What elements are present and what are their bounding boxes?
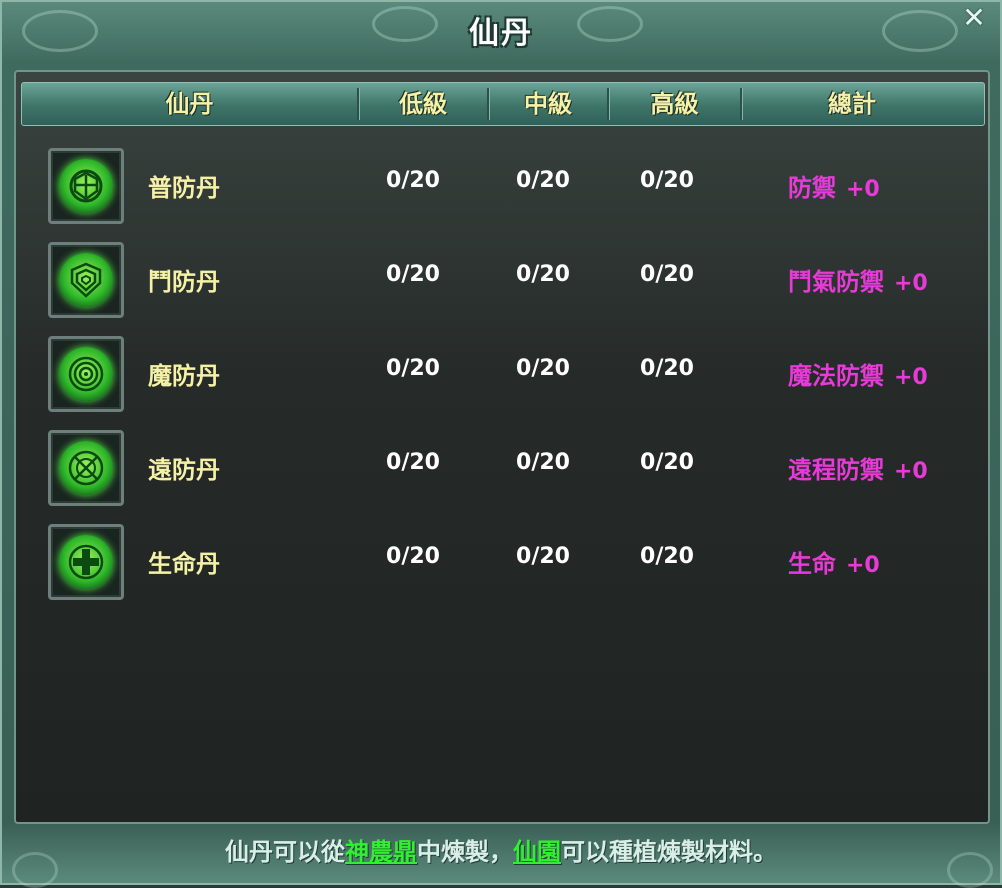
mid-count: 0/20 (516, 544, 570, 569)
header-high: 高級 (650, 90, 699, 118)
header-pill: 仙丹 (165, 90, 214, 118)
shield-rune-icon (59, 159, 113, 213)
header-mid: 中級 (524, 90, 572, 118)
total-bonus: +0 (846, 553, 880, 578)
footer-hint: 仙丹可以從神農鼎中煉製，仙園可以種植煉製材料。 (2, 832, 1000, 867)
pill-panel: 仙丹 低級 中級 高級 總計 普防丹 0/20 0/20 0/20 防禦 +0 … (14, 70, 990, 824)
high-count: 0/20 (640, 262, 694, 287)
footer-text: 仙丹可以從 (225, 838, 345, 866)
window-title: 仙丹 (469, 16, 533, 51)
shennong-cauldron-link[interactable]: 神農鼎 (345, 838, 417, 866)
pill-slot[interactable] (48, 148, 124, 224)
total-label: 魔法防禦 (788, 362, 884, 390)
pill-name: 生命丹 (148, 550, 220, 578)
pill-row: 魔防丹 0/20 0/20 0/20 魔法防禦 +0 (16, 332, 988, 422)
immortal-garden-link[interactable]: 仙園 (513, 838, 561, 866)
header-total: 總計 (828, 90, 876, 118)
total-bonus: +0 (894, 459, 928, 484)
pill-slot[interactable] (48, 336, 124, 412)
footer-text: 中煉製， (417, 838, 513, 866)
pill-row: 遠防丹 0/20 0/20 0/20 遠程防禦 +0 (16, 426, 988, 516)
total-label: 生命 (788, 550, 836, 578)
mid-count: 0/20 (516, 168, 570, 193)
total-stat: 遠程防禦 +0 (788, 450, 928, 485)
pill-name: 遠防丹 (148, 456, 220, 484)
high-count: 0/20 (640, 356, 694, 381)
concentric-shield-icon (59, 253, 113, 307)
mid-count: 0/20 (516, 356, 570, 381)
total-bonus: +0 (894, 365, 928, 390)
pill-row: 普防丹 0/20 0/20 0/20 防禦 +0 (16, 144, 988, 234)
pill-row: 鬥防丹 0/20 0/20 0/20 鬥氣防禦 +0 (16, 238, 988, 328)
low-count: 0/20 (386, 262, 440, 287)
total-stat: 生命 +0 (788, 544, 880, 579)
table-header: 仙丹 低級 中級 高級 總計 (21, 82, 985, 126)
total-stat: 防禦 +0 (788, 168, 880, 203)
high-count: 0/20 (640, 544, 694, 569)
pill-row: 生命丹 0/20 0/20 0/20 生命 +0 (16, 520, 988, 610)
title-bar[interactable]: 仙丹 ✕ (2, 2, 1000, 64)
header-low: 低級 (399, 90, 447, 118)
low-count: 0/20 (386, 168, 440, 193)
pill-slot[interactable] (48, 242, 124, 318)
total-label: 遠程防禦 (788, 456, 884, 484)
pill-name: 普防丹 (148, 174, 220, 202)
close-icon[interactable]: ✕ (960, 4, 988, 32)
pill-window: 仙丹 ✕ 仙丹 低級 中級 高級 總計 普防丹 0/20 0/20 0/20 防… (0, 0, 1002, 888)
total-stat: 鬥氣防禦 +0 (788, 262, 928, 297)
pill-slot[interactable] (48, 430, 124, 506)
total-stat: 魔法防禦 +0 (788, 356, 928, 391)
mid-count: 0/20 (516, 450, 570, 475)
plus-icon (59, 535, 113, 589)
total-label: 防禦 (788, 174, 836, 202)
high-count: 0/20 (640, 168, 694, 193)
crossed-circle-icon (59, 441, 113, 495)
low-count: 0/20 (386, 544, 440, 569)
total-bonus: +0 (894, 271, 928, 296)
high-count: 0/20 (640, 450, 694, 475)
footer-text: 可以種植煉製材料。 (561, 838, 777, 866)
pill-slot[interactable] (48, 524, 124, 600)
pill-name: 魔防丹 (148, 362, 220, 390)
mid-count: 0/20 (516, 262, 570, 287)
low-count: 0/20 (386, 356, 440, 381)
spiral-icon (59, 347, 113, 401)
low-count: 0/20 (386, 450, 440, 475)
total-label: 鬥氣防禦 (788, 268, 884, 296)
total-bonus: +0 (846, 177, 880, 202)
pill-name: 鬥防丹 (148, 268, 220, 296)
